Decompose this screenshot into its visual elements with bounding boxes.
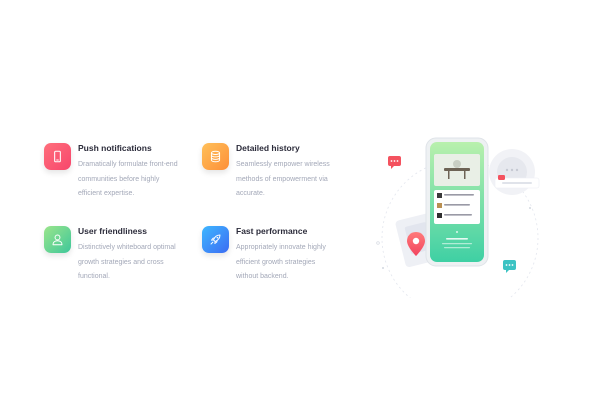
push-notifications-tile: [44, 143, 71, 170]
chat-bubble-red-icon: [388, 156, 401, 169]
detailed-history-tile: [202, 143, 229, 170]
feature-title: User friendliness: [78, 226, 147, 236]
typing-dot: [515, 168, 519, 172]
screen-photo-leg: [464, 171, 466, 179]
screen-photo-object: [453, 160, 461, 168]
screen-photo-table: [444, 168, 470, 171]
profile-card-line: [502, 182, 532, 184]
decor-dot: [376, 241, 380, 245]
screen-caption-line: [444, 247, 470, 249]
feature-title: Detailed history: [236, 143, 300, 153]
database-icon: [210, 150, 221, 163]
phone-mockup: [425, 137, 489, 267]
feature-title: Fast performance: [236, 226, 308, 236]
rocket-icon: [210, 234, 221, 245]
phone-icon: [54, 150, 61, 163]
user-icon: [52, 234, 63, 246]
feature-title: Push notifications: [78, 143, 152, 153]
fast-performance-tile: [202, 226, 229, 253]
chat-badge-icon: [498, 175, 505, 180]
screen-caption-line: [446, 238, 468, 240]
feature-description: Dramatically formulate front-end communi…: [78, 161, 178, 197]
feature-description: Distinctively whiteboard optimal growth …: [78, 244, 176, 280]
screen-caption-line: [442, 243, 472, 245]
list-row-thumb: [437, 203, 442, 208]
feature-description: Appropriately innovate highly efficient …: [236, 244, 326, 280]
list-row-text: [444, 194, 474, 196]
list-row-thumb: [437, 193, 442, 198]
decor-dot: [529, 207, 531, 209]
screen-dot: [456, 231, 458, 233]
screen-photo-leg: [448, 171, 450, 179]
typing-dot: [505, 168, 509, 172]
feature-description: Seamlessly empower wireless methods of e…: [236, 161, 330, 197]
decor-dot: [382, 267, 384, 269]
typing-dot: [510, 168, 514, 172]
chat-bubble-teal-icon: [503, 260, 516, 273]
list-row-thumb: [437, 213, 442, 218]
user-friendliness-tile: [44, 226, 71, 253]
list-row-text: [444, 204, 470, 206]
list-row-text: [444, 214, 472, 216]
app-phone-illustration: [376, 137, 540, 298]
